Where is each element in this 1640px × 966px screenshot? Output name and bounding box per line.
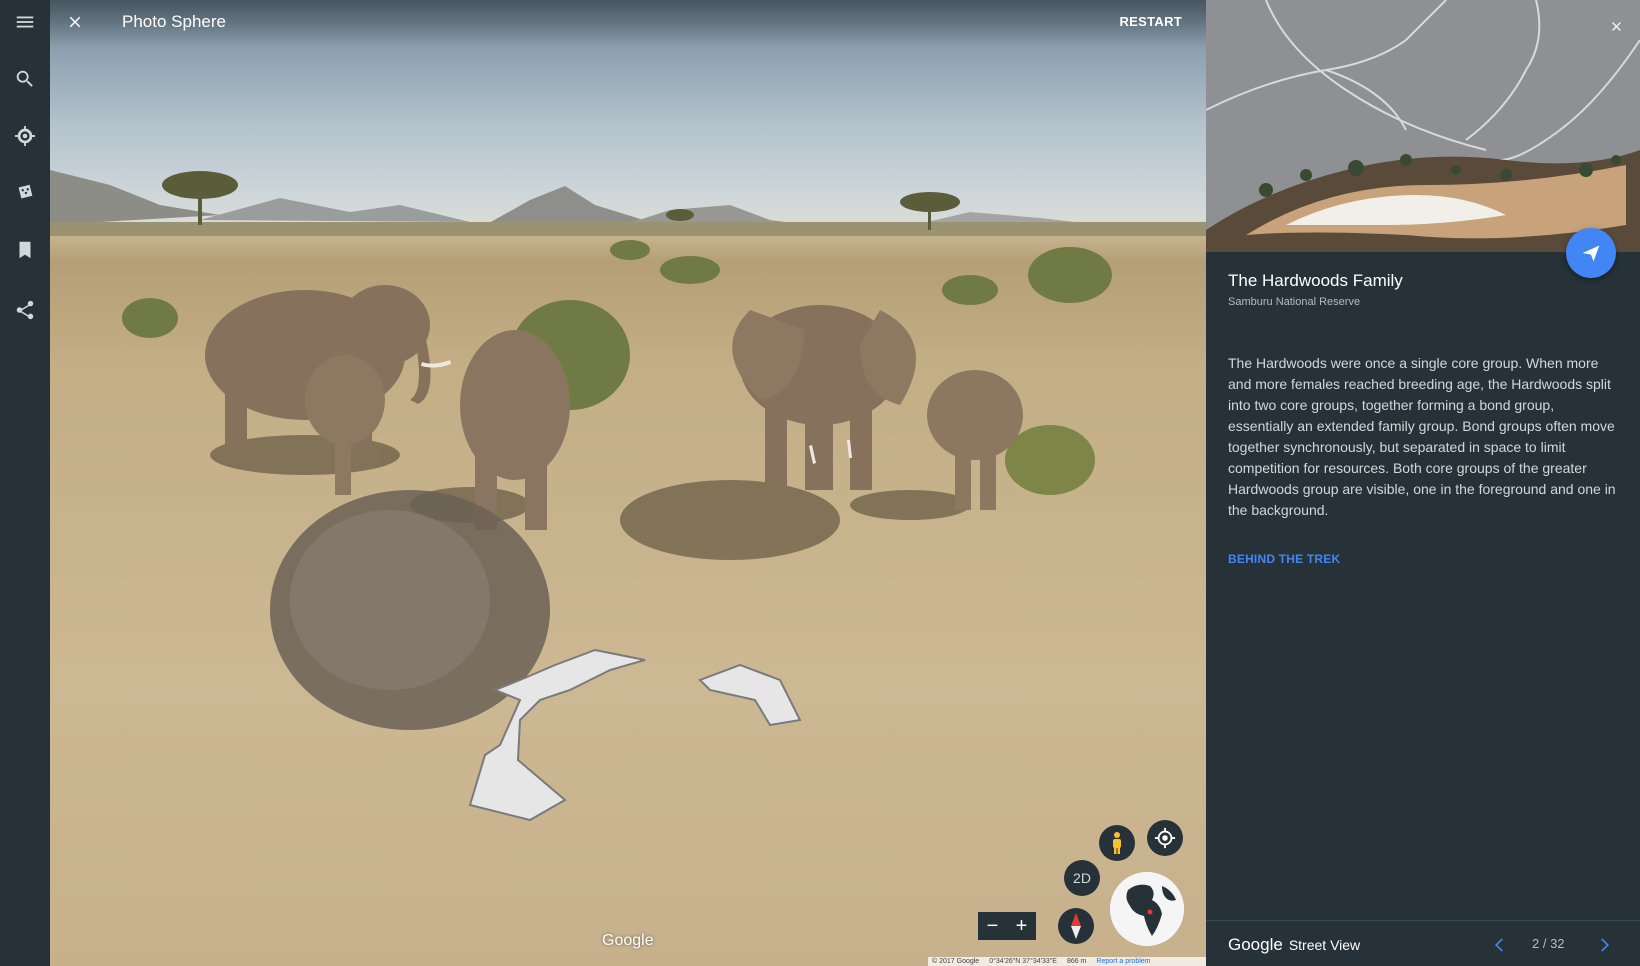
bookmark-button[interactable] (0, 228, 50, 272)
random-button[interactable] (0, 171, 50, 215)
street-view-text: Street View (1288, 937, 1361, 953)
street-view-viewer[interactable]: Photo Sphere RESTART 2D − + Google © 201… (50, 0, 1206, 966)
close-viewer-button[interactable] (60, 7, 90, 37)
previous-button[interactable] (1488, 933, 1512, 957)
copyright-text: © 2017 Google (932, 958, 980, 965)
explore-wheel-icon (14, 125, 36, 147)
pegman-icon (1113, 832, 1121, 854)
google-logo-text: Google (1228, 935, 1283, 954)
scale-text: 866 m (1066, 958, 1087, 965)
photo-sphere-image[interactable] (50, 0, 1206, 966)
left-rail (0, 0, 50, 966)
panel-title: The Hardwoods Family (1228, 271, 1403, 290)
zoom-control: − + (978, 912, 1036, 940)
panel-description: The Hardwoods were once a single core gr… (1228, 355, 1616, 518)
close-icon (69, 16, 81, 28)
coordinates-text: 0°34'26"N 37°34'33"E (989, 958, 1057, 965)
share-button[interactable] (0, 288, 50, 332)
compass-icon (1071, 913, 1081, 939)
page-counter: 2 / 32 (1532, 936, 1565, 951)
panel-footer: Google Street View 2 / 32 (1206, 920, 1640, 966)
close-icon (1611, 21, 1621, 31)
globe-map-button[interactable] (1110, 872, 1184, 946)
menu-icon (16, 16, 34, 28)
bookmark-icon (19, 241, 31, 259)
restart-button[interactable]: RESTART (1119, 14, 1182, 29)
street-view-logo: Google Street View (1228, 935, 1360, 955)
satellite-thumbnail[interactable] (1206, 0, 1640, 252)
random-dice-icon (18, 184, 33, 199)
crosshair-icon (1154, 827, 1176, 849)
share-icon (16, 300, 34, 320)
globe-icon (1110, 872, 1184, 946)
google-watermark: Google (602, 932, 654, 949)
chevron-right-icon (1601, 938, 1609, 952)
explore-button[interactable] (0, 114, 50, 158)
attribution-bar: © 2017 Google 0°34'26"N 37°34'33"E 866 m… (928, 957, 1206, 966)
zoom-in-button[interactable]: + (1007, 912, 1036, 940)
search-button[interactable] (0, 57, 50, 101)
my-location-button[interactable] (1147, 820, 1183, 856)
report-problem-link[interactable]: Report a problem (1096, 957, 1150, 966)
info-panel: The Hardwoods Family Samburu National Re… (1206, 0, 1640, 966)
pegman-button[interactable] (1099, 825, 1135, 861)
toggle-2d-button[interactable]: 2D (1064, 860, 1100, 896)
behind-the-trek-link[interactable]: BEHIND THE TREK (1228, 552, 1340, 566)
next-button[interactable] (1592, 933, 1616, 957)
panel-subtitle: Samburu National Reserve (1228, 296, 1361, 308)
app: Photo Sphere RESTART 2D − + Google © 201… (0, 0, 1640, 966)
zoom-out-button[interactable]: − (978, 912, 1007, 940)
close-panel-button[interactable] (1604, 14, 1628, 38)
satellite-image (1206, 0, 1640, 252)
compass-button[interactable] (1058, 908, 1094, 944)
send-icon (1582, 245, 1600, 262)
chevron-left-icon (1495, 938, 1503, 952)
viewer-title: Photo Sphere (122, 12, 226, 31)
menu-button[interactable] (0, 0, 50, 44)
send-share-button[interactable] (1566, 228, 1616, 278)
search-icon (16, 70, 33, 87)
